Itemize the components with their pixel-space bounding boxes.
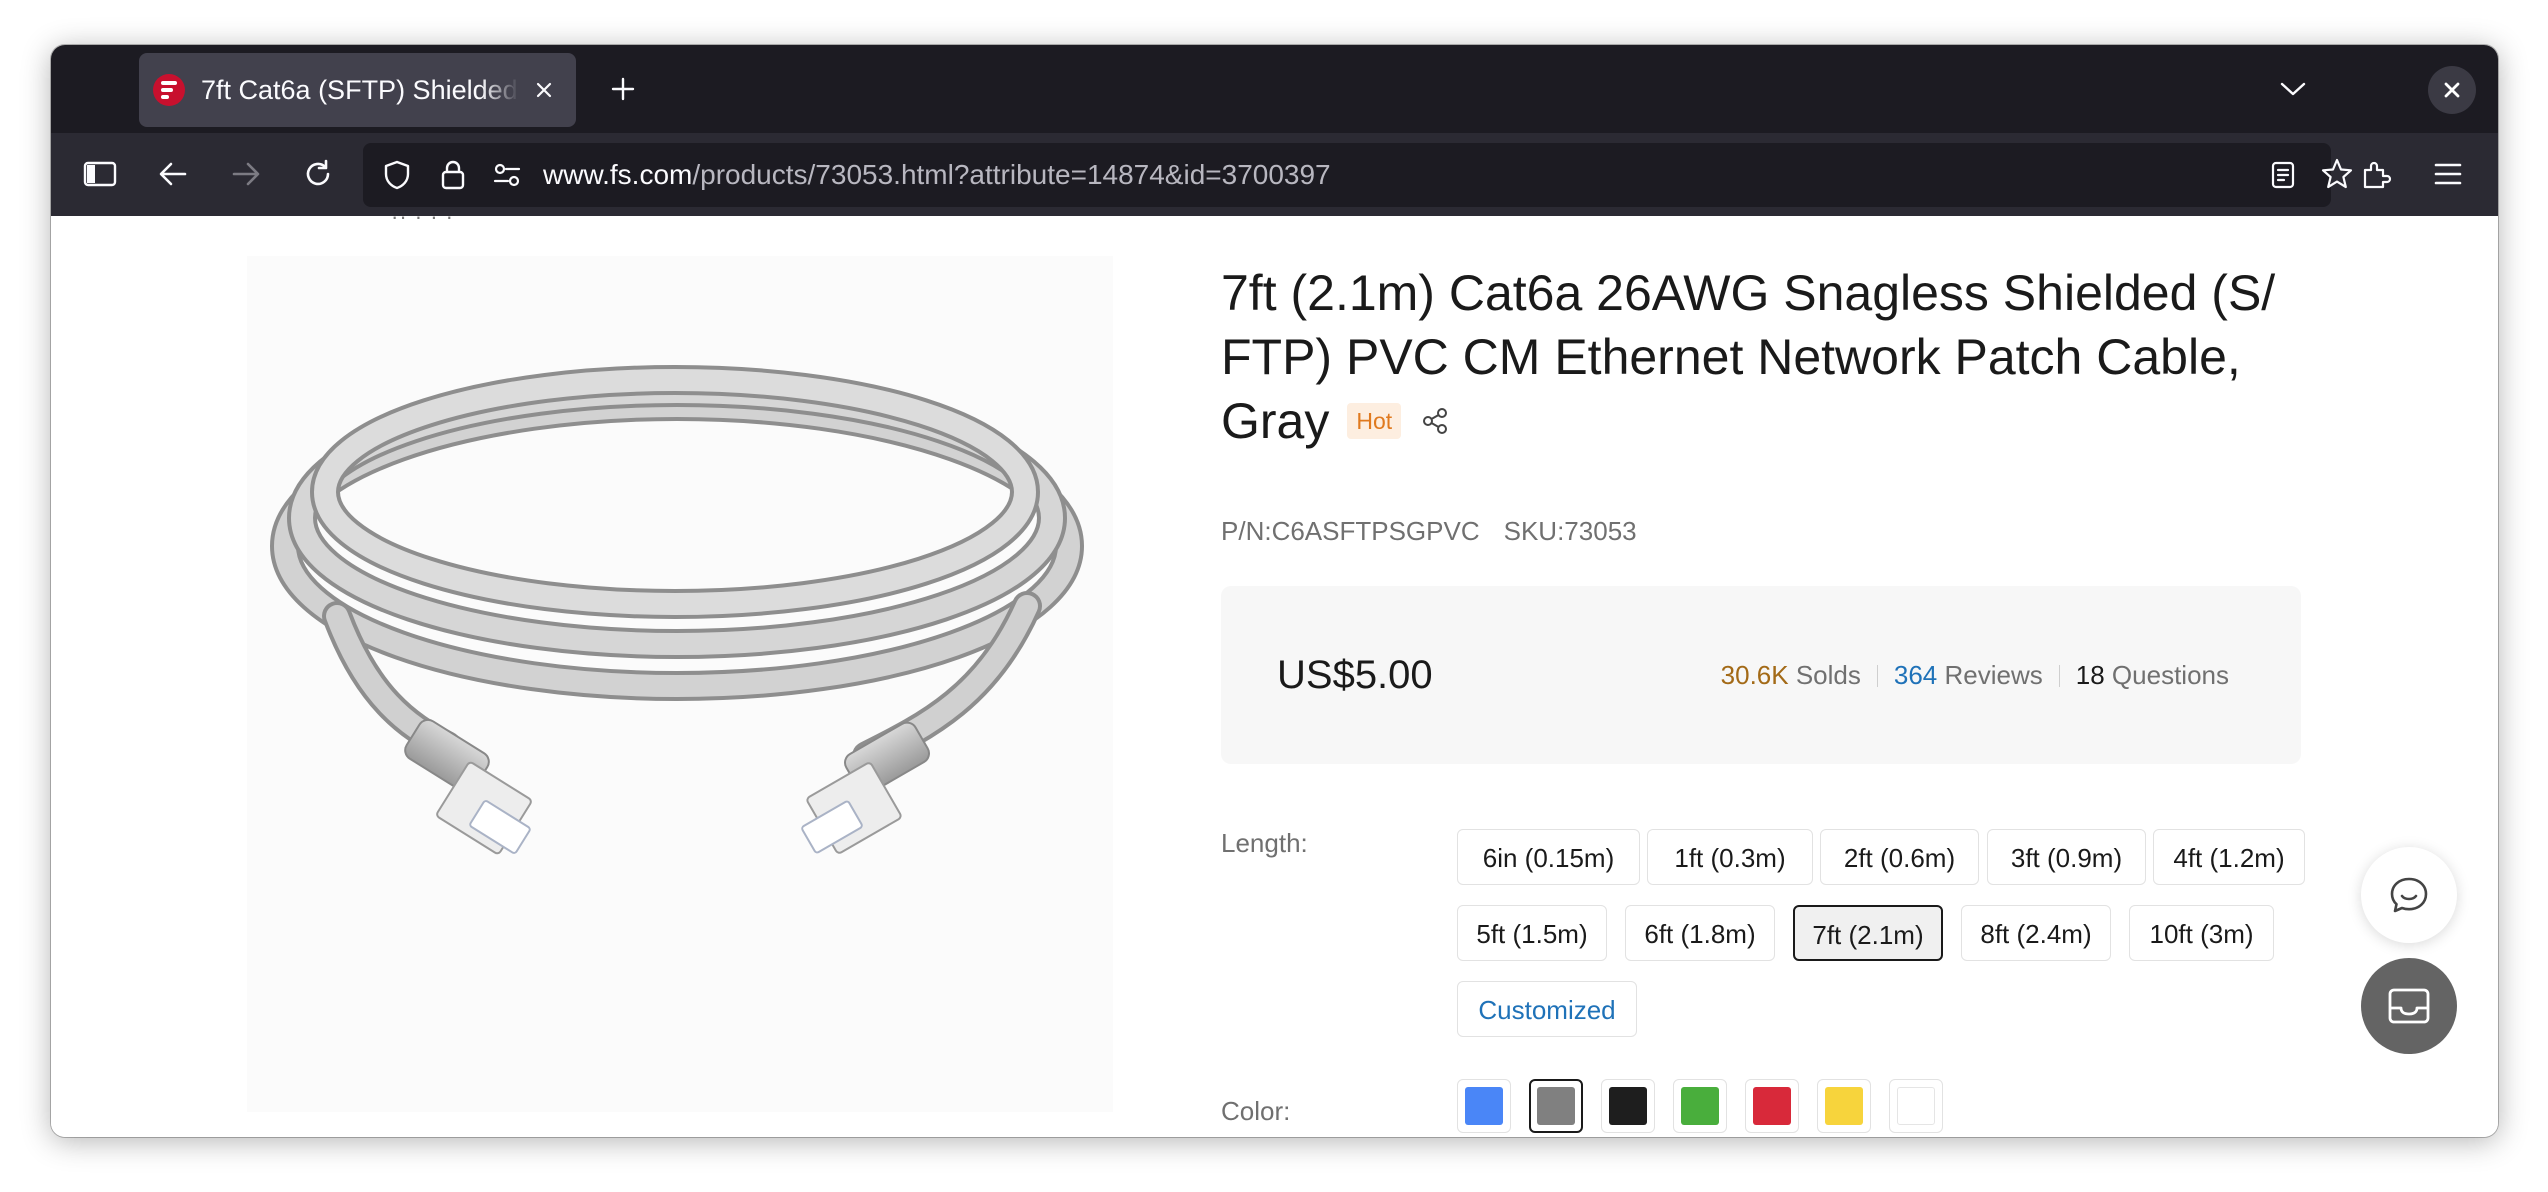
- color-swatch-white[interactable]: [1889, 1079, 1943, 1133]
- length-option-2ft[interactable]: 2ft (0.6m): [1820, 829, 1979, 885]
- browser-window: 7ft Cat6a (SFTP) Shielded www.fs.com/pro…: [51, 45, 2498, 1137]
- solds-label: Solds: [1795, 660, 1861, 690]
- sku: SKU:73053: [1503, 516, 1637, 546]
- url-text[interactable]: www.fs.com/products/73053.html?attribute…: [543, 143, 1331, 207]
- url-path: /products/73053.html?attribute=14874&id=…: [692, 159, 1331, 190]
- stats-divider: [2058, 665, 2060, 687]
- price: US$5.00: [1277, 653, 1433, 697]
- list-all-tabs-chevron-down-icon[interactable]: [2269, 67, 2317, 111]
- part-number: P/N:C6ASFTPSGPVC: [1221, 516, 1480, 546]
- reload-icon[interactable]: [293, 149, 343, 199]
- product-codes: P/N:C6ASFTPSGPVC SKU:73053: [1221, 516, 1637, 547]
- length-option-6in[interactable]: 6in (0.15m): [1457, 829, 1640, 885]
- tab-close-icon[interactable]: [526, 72, 562, 108]
- questions-count[interactable]: 18: [2076, 660, 2105, 690]
- tab-bar: 7ft Cat6a (SFTP) Shielded: [51, 45, 2498, 133]
- stats-divider: [1876, 665, 1878, 687]
- product-image[interactable]: [247, 256, 1113, 1112]
- forward-arrow-icon[interactable]: [221, 149, 271, 199]
- clipped-text-fragment: ·· · · ·: [391, 216, 454, 229]
- color-swatch-black[interactable]: [1601, 1079, 1655, 1133]
- navigation-toolbar: www.fs.com/products/73053.html?attribute…: [51, 133, 2498, 216]
- color-swatch-yellow[interactable]: [1817, 1079, 1871, 1133]
- length-option-1ft[interactable]: 1ft (0.3m): [1647, 829, 1813, 885]
- app-menu-hamburger-icon[interactable]: [2423, 149, 2473, 199]
- new-tab-button[interactable]: [599, 65, 647, 113]
- reader-view-icon[interactable]: [2263, 155, 2303, 195]
- length-option-5ft[interactable]: 5ft (1.5m): [1457, 905, 1607, 961]
- hot-badge: Hot: [1347, 403, 1402, 439]
- shield-icon[interactable]: [377, 155, 417, 195]
- permissions-icon[interactable]: [487, 155, 527, 195]
- color-swatch-blue[interactable]: [1457, 1079, 1511, 1133]
- length-label: Length:: [1221, 828, 1308, 858]
- color-swatch-green[interactable]: [1673, 1079, 1727, 1133]
- message-button[interactable]: [2361, 958, 2457, 1054]
- color-swatch-gray-selected[interactable]: [1529, 1079, 1583, 1133]
- product-stats: 30.6K Solds 364 Reviews 18 Questions: [1721, 586, 2229, 764]
- length-option-6ft[interactable]: 6ft (1.8m): [1625, 905, 1775, 961]
- questions-label[interactable]: Questions: [2112, 660, 2229, 690]
- extensions-puzzle-icon[interactable]: [2351, 149, 2401, 199]
- address-bar[interactable]: www.fs.com/products/73053.html?attribute…: [363, 143, 2353, 207]
- fs-favicon-icon: [153, 74, 185, 106]
- lock-icon[interactable]: [433, 155, 473, 195]
- product-title-tail: Gray Hot: [1221, 389, 1451, 453]
- price-box: US$5.00 30.6K Solds 364 Reviews 18 Questio…: [1221, 586, 2301, 764]
- length-option-8ft[interactable]: 8ft (2.4m): [1961, 905, 2111, 961]
- url-host: www.fs.com: [543, 159, 693, 190]
- length-option-customized[interactable]: Customized: [1457, 981, 1637, 1037]
- inbox-mail-icon: [2388, 988, 2430, 1024]
- live-chat-button[interactable]: [2361, 847, 2457, 943]
- share-icon[interactable]: [1419, 405, 1451, 437]
- back-arrow-icon[interactable]: [148, 149, 198, 199]
- tab-title: 7ft Cat6a (SFTP) Shielded: [201, 75, 518, 105]
- color-label: Color:: [1221, 1096, 1291, 1126]
- product-title-last-word: Gray: [1221, 393, 1330, 449]
- sidebar-toggle-icon[interactable]: [75, 149, 125, 199]
- reviews-count[interactable]: 364: [1894, 660, 1937, 690]
- length-option-3ft[interactable]: 3ft (0.9m): [1987, 829, 2146, 885]
- reviews-label[interactable]: Reviews: [1945, 660, 2043, 690]
- color-swatch-red[interactable]: [1745, 1079, 1799, 1133]
- solds-count: 30.6K: [1720, 660, 1789, 690]
- length-option-10ft[interactable]: 10ft (3m): [2129, 905, 2274, 961]
- length-option-4ft[interactable]: 4ft (1.2m): [2153, 829, 2305, 885]
- length-option-7ft-selected[interactable]: 7ft (2.1m): [1793, 905, 1943, 961]
- chat-bubble-icon: [2390, 877, 2428, 913]
- tab-active[interactable]: 7ft Cat6a (SFTP) Shielded: [139, 53, 576, 127]
- window-close-button[interactable]: [2428, 66, 2476, 114]
- page-content: ·· · · · 7ft (2.1m) Cat6a 26AWG Snagless…: [51, 216, 2498, 1137]
- product-title: 7ft (2.1m) Cat6a 26AWG Snagless Shielded…: [1221, 265, 2276, 385]
